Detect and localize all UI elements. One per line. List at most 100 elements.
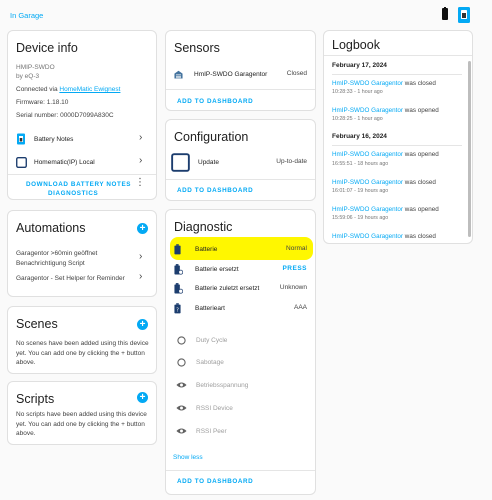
automations-title: Automations [16, 221, 86, 235]
disabled-entity-rssi-device[interactable]: RSSI Device [176, 402, 233, 414]
download-battery-notes-button[interactable]: DOWNLOAD BATTERY NOTES [26, 181, 131, 188]
card-divider [166, 89, 315, 90]
automation-item[interactable]: Garagentor - Set Helper for Reminder [16, 275, 136, 282]
sensors-add-to-dashboard-button[interactable]: ADD TO DASHBOARD [177, 98, 253, 105]
battery-notes-icon[interactable] [457, 6, 471, 24]
device-item-homematic-local[interactable]: Homematic(IP) Local [16, 155, 150, 169]
diagnostic-title: Diagnostic [174, 220, 233, 234]
homematic-icon [16, 156, 27, 168]
logbook-action: was closed [403, 80, 436, 87]
garage-icon [174, 70, 183, 79]
disabled-entity-label: Sabotage [196, 358, 224, 366]
disabled-entity-label: Betriebsspannung [196, 381, 249, 389]
logbook-action: was opened [403, 206, 439, 213]
diagnostic-label: Batterie ersetzt [195, 265, 239, 273]
device-info-card: Device info HMIP-SWDO by eQ-3 Connected … [7, 30, 157, 200]
battery-clock-icon [174, 282, 183, 294]
logbook-entry: HmIP-SWDO Garagentor was opened [332, 107, 439, 114]
eye-icon [176, 428, 187, 434]
diagnostic-value: Normal [286, 245, 307, 252]
scenes-card: Scenes + No scenes have been added using… [7, 306, 157, 374]
automation-item[interactable]: Garagentor >60min geöffnet Benachrichtig… [16, 249, 128, 269]
add-automation-button[interactable]: + [137, 223, 148, 234]
chevron-right-icon: › [139, 271, 143, 282]
logbook-entity-link[interactable]: HmIP-SWDO Garagentor [332, 151, 403, 158]
circle-outline-icon [177, 335, 186, 345]
logbook-entity-link[interactable]: HmIP-SWDO Garagentor [332, 206, 403, 213]
config-entity-name: Update [198, 158, 219, 166]
diagnostics-button[interactable]: DIAGNOSTICS [48, 190, 98, 197]
diagnostic-label: Batterie zuletzt ersetzt [195, 284, 260, 292]
logbook-time: 16:01:07 - 19 hours ago [332, 188, 389, 194]
battery-replaced-press-button[interactable]: PRESS [282, 265, 307, 272]
logbook-time: 10:28:33 - 1 hour ago [332, 89, 383, 95]
logbook-entry: HmIP-SWDO Garagentor was closed [332, 80, 436, 87]
device-manufacturer: by eQ-3 [16, 73, 40, 80]
logbook-scrollbar[interactable] [468, 61, 471, 237]
card-divider [166, 179, 315, 180]
battery-icon [174, 243, 181, 254]
configuration-add-to-dashboard-button[interactable]: ADD TO DASHBOARD [177, 187, 253, 194]
logbook-divider [332, 145, 462, 146]
logbook-entity-link[interactable]: HmIP-SWDO Garagentor [332, 179, 403, 186]
diagnostic-label: Batterieart [195, 304, 225, 312]
logbook-title: Logbook [332, 38, 380, 52]
more-options-icon[interactable]: ⋮ [135, 178, 145, 188]
svg-text:?: ? [176, 307, 179, 313]
diagnostic-value: AAA [293, 304, 307, 311]
disabled-entity-rssi-peer[interactable]: RSSI Peer [176, 425, 227, 437]
disabled-entity-operating-voltage[interactable]: Betriebsspannung [176, 379, 248, 391]
firmware-version: Firmware: 1.18.10 [16, 99, 69, 106]
logbook-entity-link[interactable]: HmIP-SWDO Garagentor [332, 107, 403, 114]
show-less-link[interactable]: Show less [173, 454, 203, 461]
card-divider [8, 174, 156, 175]
eye-icon [176, 382, 187, 388]
battery-unknown-icon: ? [174, 302, 181, 313]
logbook-action: was opened [403, 151, 439, 158]
scripts-title: Scripts [16, 392, 55, 406]
add-script-button[interactable]: + [137, 392, 148, 403]
device-item-label: Battery Notes [34, 135, 74, 143]
chevron-right-icon: › [139, 132, 143, 143]
logbook-entry: HmIP-SWDO Garagentor was closed [332, 233, 436, 240]
logbook-entity-link[interactable]: HmIP-SWDO Garagentor [332, 80, 403, 87]
chevron-right-icon: › [139, 251, 143, 262]
diagnostic-label: Batterie [195, 245, 218, 253]
chevron-right-icon: › [139, 155, 143, 166]
logbook-entry: HmIP-SWDO Garagentor was closed [332, 179, 436, 186]
scenes-title: Scenes [16, 317, 58, 331]
device-item-battery-notes[interactable]: Battery Notes [16, 132, 150, 146]
logbook-date: February 17, 2024 [332, 62, 387, 69]
disabled-entity-sabotage[interactable]: Sabotage [177, 356, 224, 368]
configuration-card: Configuration Update Up-to-date ADD TO D… [165, 119, 316, 201]
breadcrumb-area-link[interactable]: In Garage [10, 11, 43, 20]
battery-icon[interactable] [440, 7, 450, 21]
sensors-title: Sensors [174, 41, 220, 55]
top-bar: In Garage [0, 0, 492, 30]
diagnostic-card: Diagnostic Batterie Normal Batterie erse… [165, 209, 316, 495]
logbook-entity-link[interactable]: HmIP-SWDO Garagentor [332, 233, 403, 240]
sensor-entity-name: HmIP-SWDO Garagentor [194, 70, 268, 78]
disabled-entity-label: Duty Cycle [196, 336, 228, 344]
sensor-entity-state: Closed [286, 70, 307, 77]
automations-card: Automations + Garagentor >60min geöffnet… [7, 210, 157, 297]
disabled-entity-duty-cycle[interactable]: Duty Cycle [177, 334, 227, 346]
circle-outline-icon [177, 357, 186, 367]
diagnostic-value: Unknown [279, 284, 307, 291]
scenes-empty-text: No scenes have been added using this dev… [16, 340, 149, 366]
scripts-card: Scripts + No scripts have been added usi… [7, 381, 157, 445]
sensors-card: Sensors HmIP-SWDO Garagentor Closed ADD … [165, 30, 316, 111]
eye-icon [176, 405, 187, 411]
device-item-label: Homematic(IP) Local [34, 158, 95, 166]
logbook-time: 16:55:51 - 18 hours ago [332, 161, 389, 167]
logbook-action: was closed [403, 233, 436, 240]
scripts-empty-text: No scripts have been added using this de… [16, 411, 147, 437]
connected-via: Connected via HomeMatic Ewignest [16, 86, 120, 93]
diagnostic-add-to-dashboard-button[interactable]: ADD TO DASHBOARD [177, 478, 253, 485]
logbook-divider [324, 55, 472, 56]
device-model: HMIP-SWDO [16, 64, 55, 71]
connected-via-link[interactable]: HomeMatic Ewignest [59, 86, 120, 93]
logbook-entry: HmIP-SWDO Garagentor was opened [332, 206, 439, 213]
add-scene-button[interactable]: + [137, 319, 148, 330]
battery-notes-icon [17, 133, 25, 145]
